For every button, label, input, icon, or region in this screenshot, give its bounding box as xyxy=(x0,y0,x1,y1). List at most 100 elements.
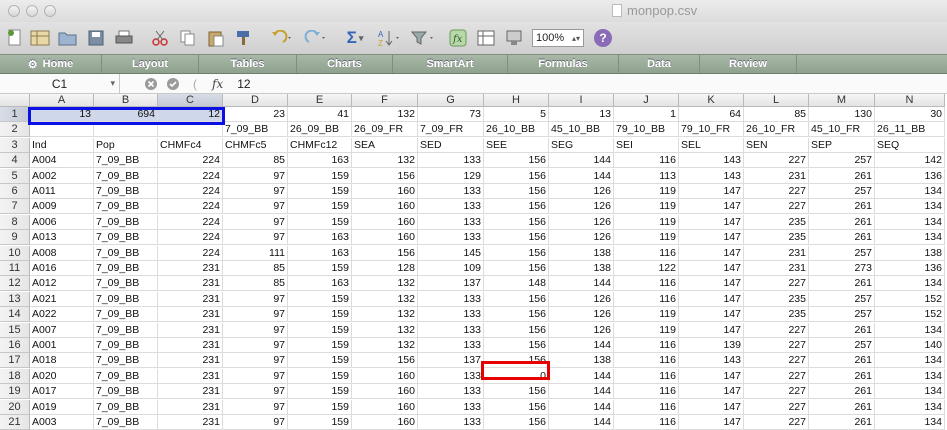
zoom-window-button[interactable] xyxy=(44,5,56,17)
cell-d2[interactable]: 7_09_BB xyxy=(223,122,288,138)
tab-formulas[interactable]: Formulas xyxy=(508,55,619,73)
filter-icon[interactable] xyxy=(406,27,440,49)
cell-n7[interactable]: 134 xyxy=(875,199,945,215)
cell-l8[interactable]: 235 xyxy=(744,214,809,230)
cell-b8[interactable]: 7_09_BB xyxy=(94,214,158,230)
cell-h11[interactable]: 156 xyxy=(484,261,549,276)
cell-i6[interactable]: 126 xyxy=(549,184,614,199)
cell-k5[interactable]: 143 xyxy=(679,168,744,184)
row-header-9[interactable]: 9 xyxy=(0,230,30,246)
cell-g6[interactable]: 133 xyxy=(418,184,484,199)
cell-i10[interactable]: 138 xyxy=(549,245,614,261)
cell-d9[interactable]: 97 xyxy=(223,230,288,246)
name-box[interactable]: C1 ▾ xyxy=(0,73,120,94)
cell-a11[interactable]: A016 xyxy=(30,261,94,276)
column-header-h[interactable]: H xyxy=(484,94,549,107)
cell-j14[interactable]: 119 xyxy=(614,307,679,323)
undo-icon[interactable] xyxy=(264,27,298,49)
row-header-16[interactable]: 16 xyxy=(0,338,30,353)
cell-d6[interactable]: 97 xyxy=(223,184,288,199)
cell-n6[interactable]: 134 xyxy=(875,184,945,199)
gallery-icon[interactable] xyxy=(26,27,54,49)
row-header-7[interactable]: 7 xyxy=(0,199,30,215)
cell-n21[interactable]: 134 xyxy=(875,415,945,430)
cell-i14[interactable]: 126 xyxy=(549,307,614,323)
cell-h13[interactable]: 156 xyxy=(484,291,549,307)
cell-a17[interactable]: A018 xyxy=(30,353,94,369)
cell-g11[interactable]: 109 xyxy=(418,261,484,276)
cell-h12[interactable]: 148 xyxy=(484,276,549,292)
cell-e14[interactable]: 159 xyxy=(288,307,352,323)
cell-m4[interactable]: 257 xyxy=(809,153,875,169)
cell-h14[interactable]: 156 xyxy=(484,307,549,323)
row-header-1[interactable]: 1 xyxy=(0,107,30,122)
row-header-19[interactable]: 19 xyxy=(0,384,30,400)
redo-icon[interactable] xyxy=(298,27,332,49)
cell-k14[interactable]: 147 xyxy=(679,307,744,323)
cell-d15[interactable]: 97 xyxy=(223,322,288,338)
cell-m20[interactable]: 261 xyxy=(809,399,875,415)
cell-h15[interactable]: 156 xyxy=(484,322,549,338)
cell-l7[interactable]: 227 xyxy=(744,199,809,215)
autosum-icon[interactable]: Σ ▾ xyxy=(338,27,372,49)
cell-c17[interactable]: 231 xyxy=(158,353,223,369)
cell-b12[interactable]: 7_09_BB xyxy=(94,276,158,292)
cell-b3[interactable]: Pop xyxy=(94,137,158,153)
cell-a13[interactable]: A021 xyxy=(30,291,94,307)
cell-d4[interactable]: 85 xyxy=(223,153,288,169)
cell-c21[interactable]: 231 xyxy=(158,415,223,430)
cell-f14[interactable]: 132 xyxy=(352,307,418,323)
cell-m8[interactable]: 261 xyxy=(809,214,875,230)
cell-f8[interactable]: 160 xyxy=(352,214,418,230)
row-header-2[interactable]: 2 xyxy=(0,122,30,138)
cell-g14[interactable]: 133 xyxy=(418,307,484,323)
cell-d13[interactable]: 97 xyxy=(223,291,288,307)
cell-n5[interactable]: 136 xyxy=(875,168,945,184)
cell-e21[interactable]: 159 xyxy=(288,415,352,430)
cell-k11[interactable]: 147 xyxy=(679,261,744,276)
cell-e13[interactable]: 159 xyxy=(288,291,352,307)
tab-tables[interactable]: Tables xyxy=(199,55,297,73)
cell-b21[interactable]: 7_09_BB xyxy=(94,415,158,430)
column-header-l[interactable]: L xyxy=(744,94,809,107)
cell-n20[interactable]: 134 xyxy=(875,399,945,415)
cell-f17[interactable]: 156 xyxy=(352,353,418,369)
cell-c6[interactable]: 224 xyxy=(158,184,223,199)
cell-i13[interactable]: 126 xyxy=(549,291,614,307)
cut-icon[interactable] xyxy=(146,27,174,49)
cell-h7[interactable]: 156 xyxy=(484,199,549,215)
cell-j12[interactable]: 116 xyxy=(614,276,679,292)
cell-h18[interactable]: 0 xyxy=(484,368,549,384)
cell-k21[interactable]: 147 xyxy=(679,415,744,430)
cell-m11[interactable]: 273 xyxy=(809,261,875,276)
cell-b15[interactable]: 7_09_BB xyxy=(94,322,158,338)
cell-l6[interactable]: 227 xyxy=(744,184,809,199)
cell-a15[interactable]: A007 xyxy=(30,322,94,338)
cell-m13[interactable]: 257 xyxy=(809,291,875,307)
cell-e3[interactable]: CHMFc12 xyxy=(288,137,352,153)
cell-a8[interactable]: A006 xyxy=(30,214,94,230)
cell-c10[interactable]: 224 xyxy=(158,245,223,261)
cell-f1[interactable]: 132 xyxy=(352,107,418,122)
save-icon[interactable] xyxy=(82,27,110,49)
column-header-d[interactable]: D xyxy=(223,94,288,107)
cell-h21[interactable]: 156 xyxy=(484,415,549,430)
cell-j10[interactable]: 116 xyxy=(614,245,679,261)
cell-i17[interactable]: 138 xyxy=(549,353,614,369)
cell-l12[interactable]: 227 xyxy=(744,276,809,292)
cell-g17[interactable]: 137 xyxy=(418,353,484,369)
cell-l21[interactable]: 227 xyxy=(744,415,809,430)
cell-k20[interactable]: 147 xyxy=(679,399,744,415)
cell-c1[interactable]: 12 xyxy=(158,107,223,122)
cell-n16[interactable]: 140 xyxy=(875,338,945,353)
cell-c14[interactable]: 231 xyxy=(158,307,223,323)
cell-f10[interactable]: 156 xyxy=(352,245,418,261)
cell-e5[interactable]: 159 xyxy=(288,168,352,184)
cell-d17[interactable]: 97 xyxy=(223,353,288,369)
cell-k1[interactable]: 64 xyxy=(679,107,744,122)
cell-f19[interactable]: 160 xyxy=(352,384,418,400)
paste-icon[interactable] xyxy=(202,27,230,49)
cell-f21[interactable]: 160 xyxy=(352,415,418,430)
cell-h9[interactable]: 156 xyxy=(484,230,549,246)
cell-c13[interactable]: 231 xyxy=(158,291,223,307)
